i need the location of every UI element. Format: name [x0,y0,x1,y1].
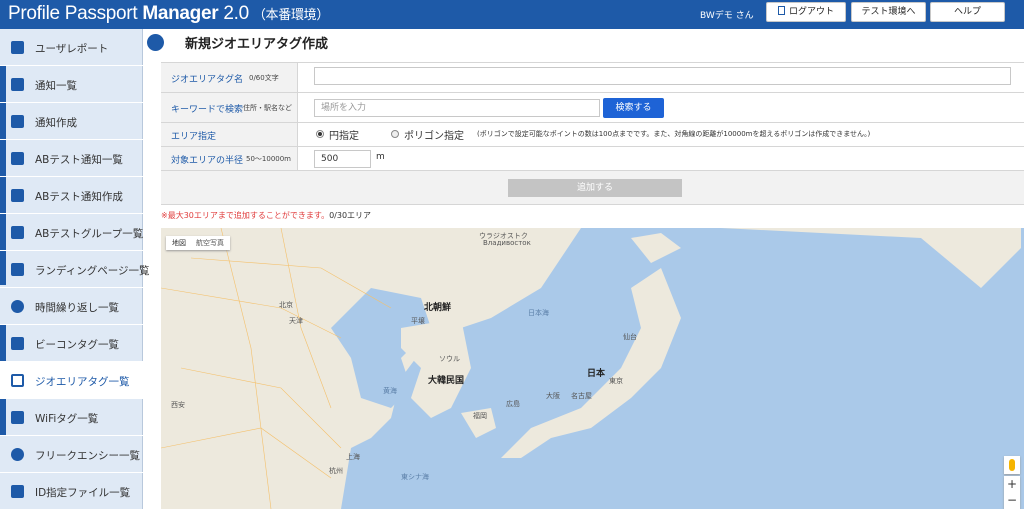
map-label: 日本 [587,369,606,379]
keyword-hint: 住所・駅名など [243,104,292,112]
geo-tag-name-input[interactable] [314,67,1011,85]
keyword-row: キーワードで検索 住所・駅名など 場所を入力 検索する [161,92,1024,122]
zoom-out-button[interactable]: − [1004,492,1020,508]
map-label: 大韓民国 [428,376,465,386]
clock-icon [11,300,24,313]
name-row: ジオエリアタグ名 0/60文字 [161,62,1024,92]
map-label: 西安 [171,401,185,409]
map-label: 広島 [506,400,520,408]
list-icon [11,152,24,165]
map-label: 北京 [279,301,293,309]
list-icon [11,78,24,91]
sidebar-item-id-file[interactable]: ID指定ファイル一覧 [0,473,143,510]
zoom-in-button[interactable]: + [1004,476,1020,492]
map-label: 上海 [346,453,360,461]
sidebar-item-wifi[interactable]: WiFiタグ一覧 [0,399,143,436]
logout-button[interactable]: ログアウト [766,2,846,22]
circle-radio[interactable] [316,130,324,138]
sidebar-item-geo-area[interactable]: ジオエリアタグ一覧 [0,362,143,399]
sidebar-item-notification-list[interactable]: 通知一覧 [0,66,143,103]
frequency-icon [11,448,24,461]
street-view-pegman-icon[interactable] [1004,456,1020,474]
edit-icon [11,115,24,128]
sidebar-item-time-repeat[interactable]: 時間繰り返し一覧 [0,288,143,325]
zoom-control: + − [1004,476,1020,509]
map-label: 東シナ海 [401,473,429,481]
logout-icon [777,6,785,15]
page-title: 新規ジオエリアタグ作成 [185,37,329,52]
geo-area-icon [147,34,164,51]
radius-range: 50〜10000m [246,155,291,163]
app-title: Profile Passport Manager 2.0 （本番環境） [8,3,330,24]
map-label: 日本海 [528,309,549,317]
radius-input[interactable]: 500 [314,150,371,168]
area-limit-note: ※最大30エリアまで追加することができます。0/30エリア [161,211,372,220]
user-name: BWデモ さん [700,11,754,21]
map-label: 黄海 [383,387,397,395]
bluetooth-icon [11,337,24,350]
name-label: ジオエリアタグ名 [171,75,244,85]
map-label: Владивосток [483,239,531,247]
add-row: 追加する [161,170,1024,205]
sidebar-item-ab-group[interactable]: ABテストグループ一覧 [0,214,143,251]
polygon-note: (ポリゴンで設定可能なポイントの数は100点までです。また、対角線の距離が100… [477,130,871,138]
geo-area-icon [11,374,24,387]
map-label: 平壌 [411,317,425,325]
map-label: ソウル [439,355,460,363]
landing-icon [11,263,24,276]
test-env-button[interactable]: テスト環境へ [851,2,926,22]
sidebar-item-landing[interactable]: ランディングページ一覧 [0,251,150,288]
radius-unit: m [376,152,385,162]
polygon-radio[interactable] [391,130,399,138]
map-label: 名古屋 [571,392,592,400]
help-button[interactable]: ヘルプ [930,2,1005,22]
keyword-label: キーワードで検索 [171,105,244,115]
edit-icon [11,189,24,202]
map-label: 仙台 [623,333,637,341]
sidebar-item-notification-create[interactable]: 通知作成 [0,103,143,140]
wifi-icon [11,411,24,424]
map-label: 北朝鮮 [424,303,452,313]
user-report-icon [11,41,24,54]
map-view[interactable]: 地図 航空写真 ウラジオストク Владивосток 北朝鮮 大韓民国 日本 日… [161,228,1024,509]
sidebar-item-user-report[interactable]: ユーザレポート [0,29,143,66]
circle-radio-label: 円指定 [329,131,359,142]
id-file-icon [11,485,24,498]
map-label: 東京 [609,377,623,385]
map-type-control: 地図 航空写真 [166,236,230,250]
radio-dot [318,132,322,136]
keyword-search-input[interactable]: 場所を入力 [314,99,600,117]
add-button[interactable]: 追加する [508,179,682,197]
area-row: エリア指定 円指定 ポリゴン指定 (ポリゴンで設定可能なポイントの数は100点ま… [161,122,1024,146]
aerial-tab[interactable]: 航空写真 [196,239,224,247]
main-content: 新規ジオエリアタグ作成 ジオエリアタグ名 0/60文字 キーワードで検索 住所・駅名… [143,29,1024,509]
sidebar-item-beacon[interactable]: ビーコンタグ一覧 [0,325,143,362]
radius-row: 対象エリアの半径 50〜10000m 500 m [161,146,1024,170]
group-icon [11,226,24,239]
name-counter: 0/60文字 [249,74,279,82]
sidebar-item-frequency[interactable]: フリークエンシー一覧 [0,436,143,473]
map-label: 杭州 [329,467,343,475]
sidebar-item-ab-list[interactable]: ABテスト通知一覧 [0,140,143,177]
map-tab[interactable]: 地図 [172,239,186,247]
map-label: 大阪 [546,392,560,400]
polygon-radio-label: ポリゴン指定 [404,131,464,142]
search-button[interactable]: 検索する [603,98,664,118]
map-label: 天津 [289,317,303,325]
area-label: エリア指定 [171,132,217,142]
sidebar: ユーザレポート 通知一覧 通知作成 ABテスト通知一覧 ABテスト通知作成 AB… [0,29,150,510]
radius-label: 対象エリアの半径 [171,156,244,166]
top-header: Profile Passport Manager 2.0 （本番環境） BWデモ … [0,0,1024,29]
sidebar-item-ab-create[interactable]: ABテスト通知作成 [0,177,143,214]
map-label: 福岡 [473,412,487,420]
